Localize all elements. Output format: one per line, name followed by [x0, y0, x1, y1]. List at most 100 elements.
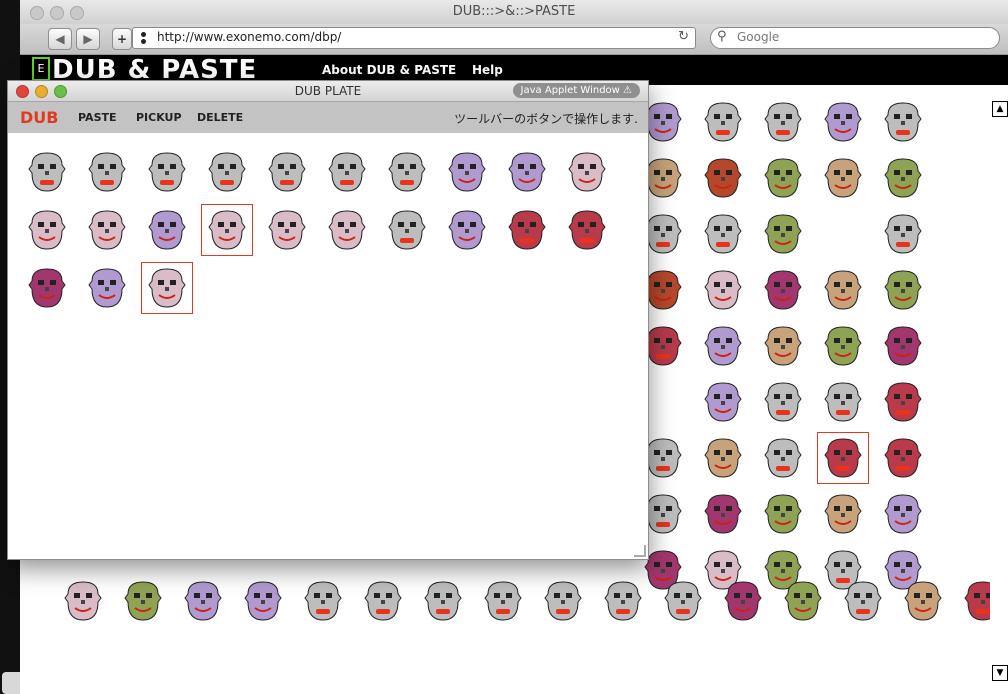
- face-icon[interactable]: [698, 321, 748, 371]
- dub-button[interactable]: DUB: [20, 108, 58, 127]
- forward-button[interactable]: ▶: [76, 28, 100, 50]
- paste-button[interactable]: PASTE: [78, 111, 117, 124]
- face-icon[interactable]: [758, 321, 808, 371]
- face-icon[interactable]: [778, 576, 828, 626]
- address-bar[interactable]: http://www.exonemo.com/dbp/ ↻: [132, 27, 696, 49]
- face-icon[interactable]: [817, 432, 869, 484]
- face-icon[interactable]: [898, 576, 948, 626]
- face-icon[interactable]: [442, 147, 492, 197]
- face-icon[interactable]: [262, 147, 312, 197]
- face-icon[interactable]: [818, 97, 868, 147]
- face-icon[interactable]: [758, 209, 808, 259]
- face-icon[interactable]: [178, 576, 228, 626]
- face-icon[interactable]: [758, 153, 808, 203]
- face-icon[interactable]: [818, 489, 868, 539]
- nav-about[interactable]: About DUB & PASTE: [322, 63, 456, 77]
- window-title: DUB:::>&::>PASTE: [452, 4, 576, 19]
- search-field[interactable]: ⚲ Google: [710, 27, 1000, 49]
- applet-warning-text: Java Applet Window: [520, 85, 620, 96]
- face-icon[interactable]: [878, 97, 928, 147]
- face-icon[interactable]: [322, 205, 372, 255]
- face-icon[interactable]: [202, 147, 252, 197]
- face-icon[interactable]: [698, 265, 748, 315]
- scrollbar[interactable]: ▲ ▼: [990, 85, 1008, 694]
- face-icon[interactable]: [118, 576, 168, 626]
- face-icon[interactable]: [878, 209, 928, 259]
- face-icon[interactable]: [262, 205, 312, 255]
- face-icon[interactable]: [141, 262, 193, 314]
- face-icon[interactable]: [358, 576, 408, 626]
- applet-toolbar: DUB PASTE PICKUP DELETE ツールバーのボタンで操作します.: [8, 102, 648, 133]
- face-icon[interactable]: [142, 147, 192, 197]
- face-icon[interactable]: [718, 576, 768, 626]
- add-bookmark-button[interactable]: +: [112, 28, 132, 50]
- scroll-up-icon[interactable]: ▲: [992, 101, 1008, 117]
- browser-toolbar: ◀ ▶ + http://www.exonemo.com/dbp/ ↻ ⚲ Go…: [20, 24, 1008, 55]
- face-icon[interactable]: [562, 147, 612, 197]
- face-icon[interactable]: [298, 576, 348, 626]
- face-icon[interactable]: [698, 153, 748, 203]
- face-icon[interactable]: [698, 97, 748, 147]
- face-icon[interactable]: [142, 205, 192, 255]
- face-icon[interactable]: [22, 263, 72, 313]
- scroll-down-icon[interactable]: ▼: [992, 665, 1008, 681]
- search-icon: ⚲: [717, 29, 727, 44]
- face-icon[interactable]: [418, 576, 468, 626]
- face-icon[interactable]: [698, 433, 748, 483]
- face-icon[interactable]: [818, 265, 868, 315]
- face-icon[interactable]: [758, 433, 808, 483]
- applet-titlebar: DUB PLATE Java Applet Window ⚠: [8, 81, 648, 102]
- face-icon[interactable]: [382, 205, 432, 255]
- face-icon[interactable]: [322, 147, 372, 197]
- face-icon[interactable]: [758, 97, 808, 147]
- face-icon[interactable]: [878, 265, 928, 315]
- face-icon[interactable]: [818, 153, 868, 203]
- face-icon[interactable]: [382, 147, 432, 197]
- face-icon[interactable]: [238, 576, 288, 626]
- face-icon[interactable]: [818, 321, 868, 371]
- face-icon[interactable]: [698, 377, 748, 427]
- face-icon[interactable]: [562, 205, 612, 255]
- face-icon[interactable]: [838, 576, 888, 626]
- face-icon[interactable]: [758, 489, 808, 539]
- face-icon[interactable]: [878, 153, 928, 203]
- delete-button[interactable]: DELETE: [197, 111, 243, 124]
- face-icon[interactable]: [878, 433, 928, 483]
- dub-plate-area: [8, 133, 648, 559]
- face-icon[interactable]: [698, 209, 748, 259]
- face-icon[interactable]: [818, 377, 868, 427]
- face-icon[interactable]: [658, 576, 708, 626]
- site-icon: [141, 32, 146, 44]
- face-icon[interactable]: [478, 576, 528, 626]
- applet-warning-badge: Java Applet Window ⚠: [512, 83, 640, 98]
- url-text: http://www.exonemo.com/dbp/: [157, 30, 342, 44]
- face-icon[interactable]: [82, 263, 132, 313]
- browser-titlebar: DUB:::>&::>PASTE: [20, 0, 1008, 25]
- face-icon[interactable]: [958, 576, 990, 626]
- face-icon[interactable]: [22, 147, 72, 197]
- face-icon[interactable]: [58, 576, 108, 626]
- face-icon[interactable]: [878, 377, 928, 427]
- face-icon[interactable]: [22, 205, 72, 255]
- face-icon[interactable]: [698, 489, 748, 539]
- face-icon[interactable]: [758, 265, 808, 315]
- back-button[interactable]: ◀: [48, 28, 72, 50]
- face-icon[interactable]: [502, 205, 552, 255]
- face-icon[interactable]: [502, 147, 552, 197]
- face-icon[interactable]: [878, 489, 928, 539]
- face-icon[interactable]: [82, 147, 132, 197]
- face-icon[interactable]: [538, 576, 588, 626]
- face-icon[interactable]: [201, 204, 253, 256]
- resize-grip-icon[interactable]: [634, 545, 646, 557]
- face-icon[interactable]: [598, 576, 648, 626]
- face-icon[interactable]: [758, 377, 808, 427]
- site-mark[interactable]: E: [32, 57, 50, 81]
- applet-window: DUB PLATE Java Applet Window ⚠ DUB PASTE…: [7, 80, 649, 560]
- nav-help[interactable]: Help: [472, 63, 503, 77]
- face-icon[interactable]: [878, 321, 928, 371]
- toolbar-hint: ツールバーのボタンで操作します.: [454, 112, 638, 126]
- face-icon[interactable]: [442, 205, 492, 255]
- reload-icon[interactable]: ↻: [678, 29, 689, 44]
- pickup-button[interactable]: PICKUP: [136, 111, 182, 124]
- face-icon[interactable]: [82, 205, 132, 255]
